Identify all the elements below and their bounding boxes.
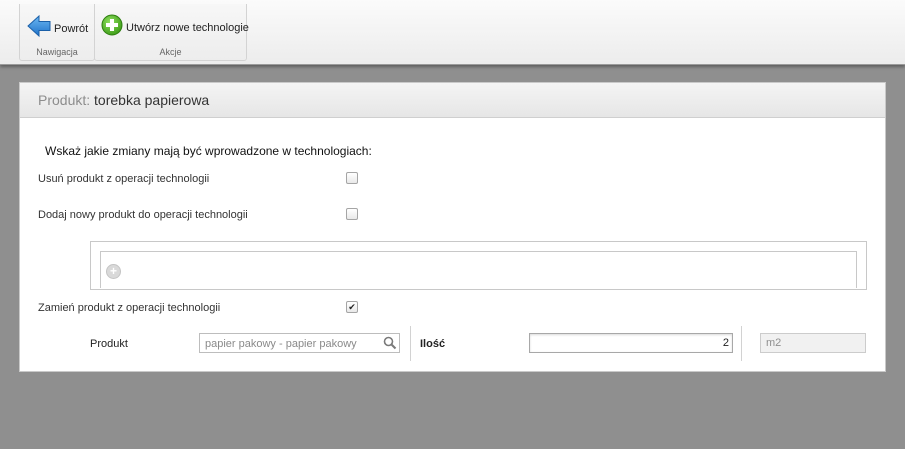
ribbon-toolbar: Powrót Nawigacja Utwórz nowe technologie… xyxy=(0,0,905,65)
new-product-panel: + xyxy=(90,241,867,290)
field-separator xyxy=(410,326,411,361)
remove-product-checkbox[interactable] xyxy=(346,172,358,184)
add-product-checkbox[interactable] xyxy=(346,208,358,220)
replace-product-label: Zamień produkt z operacji technologii xyxy=(38,302,221,314)
product-field-label: Produkt xyxy=(90,338,128,350)
add-product-label: Dodaj nowy produkt do operacji technolog… xyxy=(38,209,248,221)
create-technologies-button[interactable]: Utwórz nowe technologie xyxy=(101,14,249,41)
quantity-field-label: Ilość xyxy=(420,338,446,350)
create-technologies-label: Utwórz nowe technologie xyxy=(126,21,249,34)
arrow-left-icon xyxy=(27,14,51,43)
new-product-grid: + xyxy=(100,251,857,288)
header-key: Produkt: xyxy=(38,92,91,108)
product-change-window: Produkt: torebka papierowa Wskaż jakie z… xyxy=(19,82,886,372)
product-lookup-field[interactable]: papier pakowy - papier pakowy xyxy=(199,333,400,353)
replace-product-checkbox[interactable]: ✔ xyxy=(346,301,358,313)
unit-field: m2 xyxy=(760,333,866,353)
header-product-name: torebka papierowa xyxy=(94,92,210,108)
instruction-text: Wskaż jakie zmiany mają być wprowadzone … xyxy=(45,144,372,158)
plus-circle-icon xyxy=(101,14,123,41)
magnifier-icon[interactable] xyxy=(383,336,397,355)
field-separator xyxy=(741,326,742,361)
window-header: Produkt: torebka papierowa xyxy=(20,83,885,118)
add-row-icon[interactable]: + xyxy=(106,264,121,279)
ribbon-group-navigation: Powrót Nawigacja xyxy=(19,4,95,61)
quantity-input[interactable]: 2 xyxy=(529,333,733,353)
product-lookup-value: papier pakowy - papier pakowy xyxy=(205,338,357,350)
remove-product-label: Usuń produkt z operacji technologii xyxy=(38,173,210,185)
ribbon-group-label-navigation: Nawigacja xyxy=(36,47,78,57)
back-button[interactable]: Powrót xyxy=(27,14,88,43)
back-button-label: Powrót xyxy=(54,22,89,35)
ribbon-group-label-actions: Akcje xyxy=(159,47,182,57)
ribbon-group-actions: Utwórz nowe technologie Akcje xyxy=(94,4,249,61)
